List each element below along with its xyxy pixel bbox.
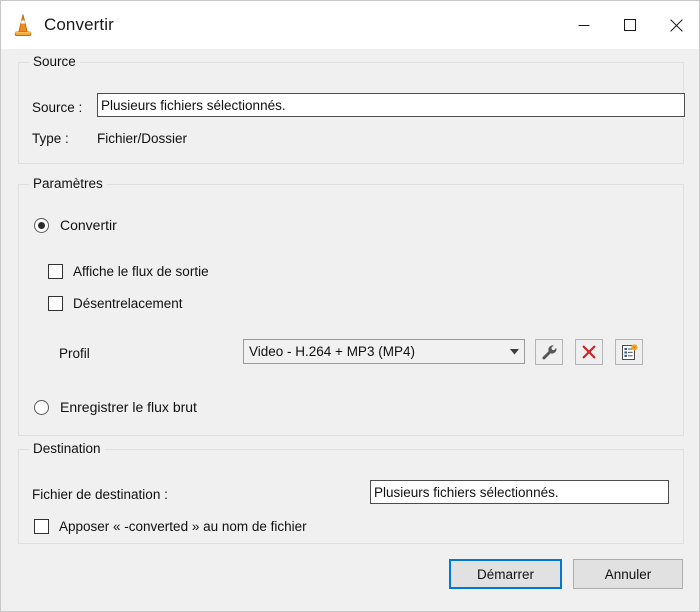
radio-raw-stream-label: Enregistrer le flux brut bbox=[60, 399, 197, 415]
delete-profile-button[interactable] bbox=[575, 339, 603, 365]
new-profile-icon bbox=[621, 343, 637, 360]
type-field-label: Type : bbox=[32, 131, 69, 146]
window-controls bbox=[561, 1, 699, 49]
minimize-button[interactable] bbox=[561, 1, 607, 49]
settings-group-legend: Paramètres bbox=[29, 176, 107, 191]
chevron-down-icon bbox=[504, 348, 524, 355]
red-x-icon bbox=[582, 345, 596, 359]
checkbox-display-output-label: Affiche le flux de sortie bbox=[73, 264, 209, 279]
profile-select-value: Video - H.264 + MP3 (MP4) bbox=[249, 344, 415, 359]
title-bar: Convertir bbox=[1, 1, 699, 49]
checkbox-append-converted[interactable]: Apposer « -converted » au nom de fichier bbox=[34, 519, 307, 534]
radio-convert-mark bbox=[34, 217, 49, 233]
checkbox-deinterlace-label: Désentrelacement bbox=[73, 296, 183, 311]
radio-raw-stream-mark bbox=[34, 399, 49, 415]
convert-dialog-window: Convertir Source Source: Plusieurs fich… bbox=[0, 0, 700, 612]
vlc-cone-icon bbox=[12, 13, 34, 37]
close-icon bbox=[669, 18, 683, 32]
source-field-label: Source : bbox=[32, 100, 83, 115]
checkbox-append-converted-mark bbox=[34, 519, 49, 534]
destination-group-legend: Destination bbox=[29, 441, 105, 456]
destination-file-label: Fichier de destination : bbox=[32, 487, 168, 502]
start-button[interactable]: Démarrer bbox=[449, 559, 562, 589]
radio-convert-label: Convertir bbox=[60, 217, 117, 233]
radio-raw-stream[interactable]: Enregistrer le flux brut bbox=[34, 399, 197, 415]
window-title: Convertir bbox=[44, 15, 114, 34]
checkbox-deinterlace[interactable]: Désentrelacement bbox=[48, 296, 183, 311]
cancel-button[interactable]: Annuler bbox=[573, 559, 683, 589]
profile-label: Profil bbox=[59, 346, 90, 361]
checkbox-append-converted-label: Apposer « -converted » au nom de fichier bbox=[59, 519, 307, 534]
wrench-icon bbox=[541, 344, 556, 359]
profile-select[interactable]: Video - H.264 + MP3 (MP4) bbox=[243, 339, 525, 364]
checkbox-display-output[interactable]: Affiche le flux de sortie bbox=[48, 264, 209, 279]
checkbox-display-output-mark bbox=[48, 264, 63, 279]
create-profile-button[interactable] bbox=[615, 339, 643, 365]
minimize-icon bbox=[578, 25, 590, 26]
source-input[interactable] bbox=[97, 93, 685, 117]
dialog-content: Source Source : Type : Fichier/Dossier P… bbox=[1, 49, 699, 611]
close-button[interactable] bbox=[653, 1, 699, 49]
checkbox-deinterlace-mark bbox=[48, 296, 63, 311]
maximize-icon bbox=[624, 19, 636, 31]
edit-profile-button[interactable] bbox=[535, 339, 563, 365]
source-group-legend: Source bbox=[29, 54, 80, 69]
type-field-value: Fichier/Dossier bbox=[97, 131, 188, 146]
maximize-button[interactable] bbox=[607, 1, 653, 49]
destination-input[interactable] bbox=[370, 480, 669, 504]
radio-convert[interactable]: Convertir bbox=[34, 217, 117, 233]
